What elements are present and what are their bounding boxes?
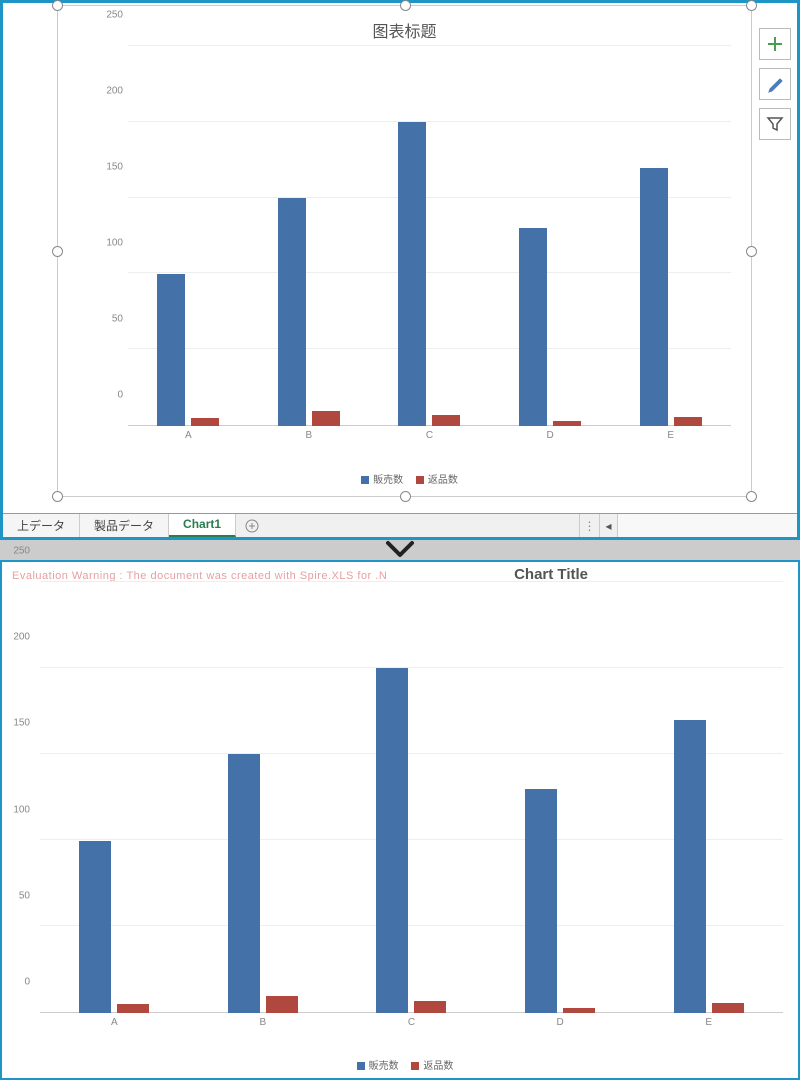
- legend-swatch-1: [361, 476, 369, 484]
- legend-label-2: 返品数: [428, 475, 458, 486]
- sheet-tab-active[interactable]: Chart1: [169, 514, 236, 537]
- legend-swatch-2: [411, 1062, 419, 1070]
- bar-group: [40, 582, 189, 1013]
- x-label: A: [40, 1013, 189, 1033]
- resize-handle-bottom-left[interactable]: [52, 491, 63, 502]
- chart-tools: [759, 28, 791, 140]
- y-axis: 0 50 100 150 200 250: [10, 582, 35, 1013]
- bar-series1[interactable]: [278, 198, 306, 426]
- bar-series1: [376, 668, 408, 1013]
- x-label: C: [337, 1013, 486, 1033]
- x-label: E: [634, 1013, 783, 1033]
- bar-group: [337, 582, 486, 1013]
- x-label: B: [189, 1013, 338, 1033]
- bar-series2: [117, 1004, 149, 1013]
- x-label: E: [610, 426, 731, 446]
- legend-label-1: 販売数: [369, 1061, 399, 1072]
- x-label: B: [249, 426, 370, 446]
- tab-scroll-separator: ⋮: [579, 514, 599, 537]
- y-tick: 50: [19, 890, 30, 901]
- chart-title[interactable]: 图表标题: [58, 6, 751, 42]
- x-label: D: [490, 426, 611, 446]
- horizontal-scrollbar[interactable]: [617, 514, 797, 537]
- bar-series2: [712, 1003, 744, 1013]
- y-tick: 150: [13, 718, 30, 729]
- x-label: A: [128, 426, 249, 446]
- bar-group: [369, 46, 490, 426]
- bar-series2[interactable]: [191, 418, 219, 426]
- sheet-tab[interactable]: 上データ: [3, 514, 80, 537]
- resize-handle-top-left[interactable]: [52, 0, 63, 11]
- bar-series2: [266, 996, 298, 1013]
- bar-group: [490, 46, 611, 426]
- sheet-tabs: 上データ 製品データ Chart1 ⋮ ◂: [3, 513, 797, 537]
- y-tick: 200: [106, 86, 123, 97]
- bar-series2[interactable]: [312, 411, 340, 426]
- y-tick: 250: [106, 10, 123, 21]
- legend[interactable]: 販売数 返品数: [58, 471, 751, 486]
- y-tick: 0: [117, 390, 123, 401]
- excel-panel: 图表标题 0 50 100 150 200 250: [0, 0, 800, 540]
- legend: 販売数 返品数: [2, 1057, 798, 1072]
- scroll-left-button[interactable]: ◂: [599, 514, 617, 537]
- bar-group: [189, 582, 338, 1013]
- plus-icon: [766, 35, 784, 53]
- bar-group: [249, 46, 370, 426]
- plot-area: 0 50 100 150 200 250: [98, 46, 731, 446]
- bar-series1: [228, 754, 260, 1013]
- bar-series2: [414, 1001, 446, 1013]
- resize-handle-bottom-right[interactable]: [746, 491, 757, 502]
- y-axis: 0 50 100 150 200 250: [98, 46, 128, 426]
- plus-circle-icon: [245, 519, 259, 533]
- bar-series1: [79, 841, 111, 1013]
- bar-series1[interactable]: [519, 228, 547, 426]
- legend-label-1: 販売数: [373, 475, 403, 486]
- bar-series1[interactable]: [157, 274, 185, 426]
- bar-group: [486, 582, 635, 1013]
- y-tick: 250: [13, 546, 30, 557]
- resize-handle-mid-left[interactable]: [52, 246, 63, 257]
- bar-series1[interactable]: [398, 122, 426, 426]
- bar-group: [128, 46, 249, 426]
- resize-handle-bottom-center[interactable]: [400, 491, 411, 502]
- legend-label-2: 返品数: [423, 1061, 453, 1072]
- y-tick: 100: [13, 804, 30, 815]
- y-tick: 100: [106, 238, 123, 249]
- bars-container: [128, 46, 731, 426]
- chart-filters-button[interactable]: [759, 108, 791, 140]
- y-tick: 50: [112, 314, 123, 325]
- y-tick: 150: [106, 162, 123, 173]
- bar-group: [610, 46, 731, 426]
- bars-container: [40, 582, 783, 1013]
- x-label: C: [369, 426, 490, 446]
- bar-series1[interactable]: [640, 168, 668, 426]
- add-sheet-button[interactable]: [236, 514, 268, 537]
- bar-series2[interactable]: [674, 417, 702, 426]
- bar-group: [634, 582, 783, 1013]
- chart-object[interactable]: 图表标题 0 50 100 150 200 250: [57, 5, 752, 497]
- output-panel: Evaluation Warning : The document was cr…: [0, 560, 800, 1080]
- x-axis: A B C D E: [128, 426, 731, 446]
- resize-handle-top-center[interactable]: [400, 0, 411, 11]
- chart-styles-button[interactable]: [759, 68, 791, 100]
- chart-elements-button[interactable]: [759, 28, 791, 60]
- funnel-icon: [766, 115, 784, 133]
- y-tick: 200: [13, 632, 30, 643]
- plot-area: 0 50 100 150 200 250 A B C D E: [32, 582, 783, 1033]
- legend-swatch-1: [357, 1062, 365, 1070]
- brush-icon: [766, 75, 784, 93]
- sheet-tab[interactable]: 製品データ: [80, 514, 169, 537]
- legend-swatch-2: [416, 476, 424, 484]
- resize-handle-mid-right[interactable]: [746, 246, 757, 257]
- resize-handle-top-right[interactable]: [746, 0, 757, 11]
- down-arrow-icon: [383, 538, 417, 560]
- x-axis: A B C D E: [40, 1013, 783, 1033]
- panel-divider: [0, 540, 800, 560]
- x-label: D: [486, 1013, 635, 1033]
- y-tick: 0: [24, 977, 30, 988]
- bar-series1: [525, 789, 557, 1013]
- bar-series1: [674, 720, 706, 1013]
- bar-series2[interactable]: [432, 415, 460, 426]
